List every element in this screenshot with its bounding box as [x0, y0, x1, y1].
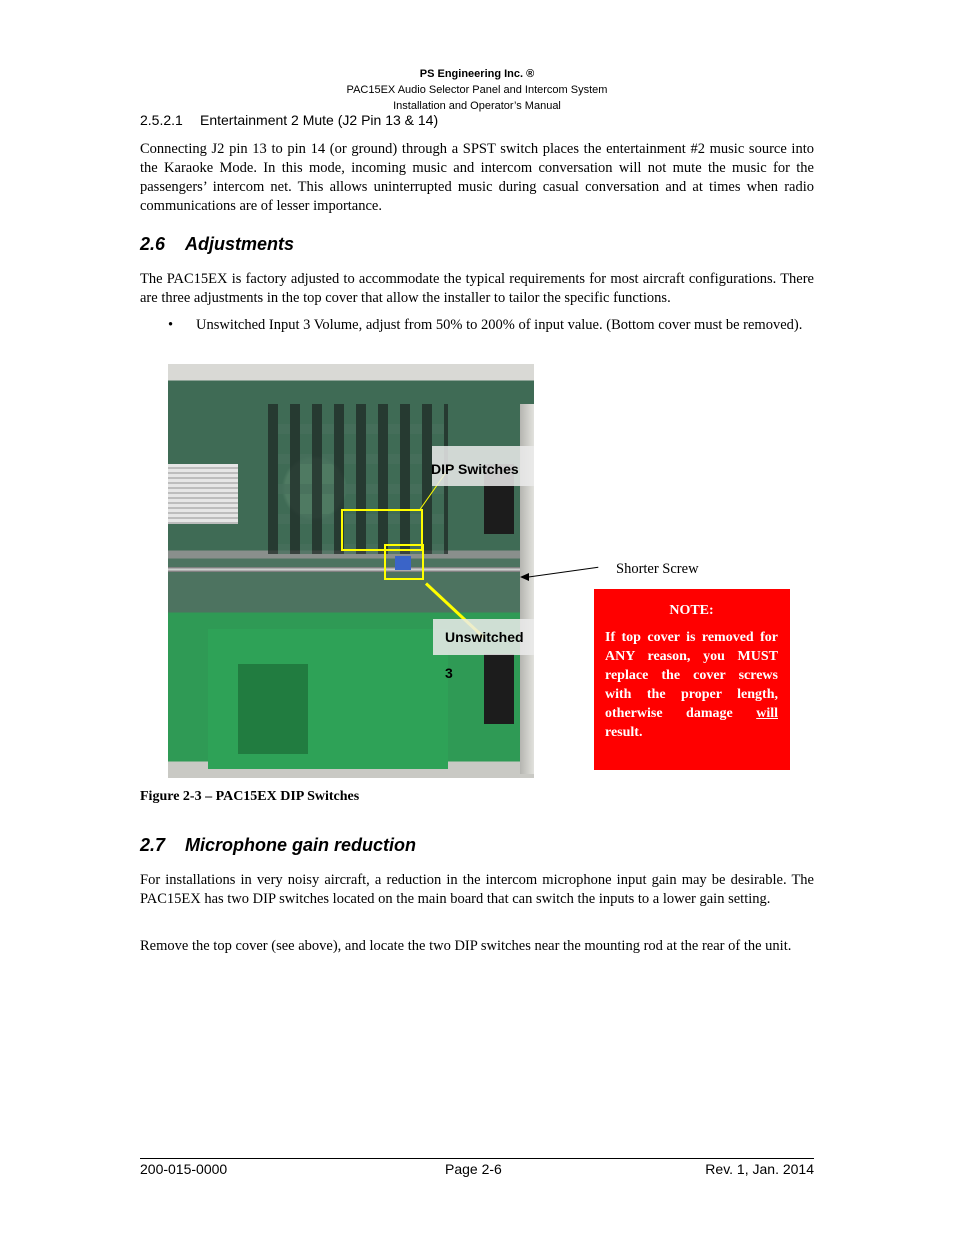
figure-photo-circuit-board: DIP Switches Unswitched 3: [168, 364, 534, 778]
note-body: If top cover is removed for ANY reason, …: [605, 628, 778, 742]
shorter-screw-arrow: [524, 566, 599, 578]
section-title: Adjustments: [185, 234, 295, 254]
section-2-7-paragraph: Remove the top cover (see above), and lo…: [140, 938, 792, 954]
section-2-7-paragraph: For installations in very noisy aircraft…: [140, 872, 814, 907]
revision: Rev. 1, Jan. 2014: [705, 1161, 814, 1177]
section-2-5-2-1-heading: 2.5.2.1 Entertainment 2 Mute (J2 Pin 13 &…: [140, 112, 438, 128]
daughter-board-trace: [238, 664, 308, 754]
callout-overflow: [534, 619, 548, 655]
callout-label: DIP Switches: [431, 461, 519, 477]
bullet-text: Unswitched Input 3 Volume, adjust from 5…: [196, 317, 803, 333]
section-2-7-heading: 2.7 Microphone gain reduction: [140, 835, 416, 856]
page-header: PS Engineering Inc. ® PAC15EX Audio Sele…: [0, 66, 954, 114]
ribbon-cable: [168, 464, 238, 524]
section-2-5-2-1-body: Connecting J2 pin 13 to pin 14 (or groun…: [140, 141, 814, 214]
note-text: If top cover is removed for ANY reason, …: [605, 630, 778, 721]
product-name: PAC15EX Audio Selector Panel and Interco…: [346, 84, 608, 96]
document-number: 200-015-0000: [140, 1161, 228, 1177]
section-number: 2.5.2.1: [140, 112, 183, 128]
dip-switches-callout: DIP Switches: [431, 446, 534, 486]
mounting-rod: [168, 567, 534, 572]
section-2-6-body: The PAC15EX is factory adjusted to accom…: [140, 271, 814, 306]
note-text-end: result.: [605, 725, 643, 740]
bullet-item: • Unswitched Input 3 Volume, adjust from…: [140, 316, 814, 335]
section-title: Microphone gain reduction: [185, 835, 417, 855]
shorter-screw-label: Shorter Screw: [616, 561, 699, 577]
section-2-6-heading: 2.6 Adjustments: [140, 234, 294, 255]
figure-caption: Figure 2-3 – PAC15EX DIP Switches: [140, 789, 360, 804]
section-title: Entertainment 2 Mute (J2 Pin 13 & 14): [200, 112, 439, 128]
section-number: 2.7: [140, 835, 166, 855]
bullet-icon: •: [168, 317, 174, 333]
company-name: PS Engineering Inc. ®: [419, 68, 535, 80]
note-title: NOTE:: [669, 603, 714, 618]
connector: [484, 654, 514, 724]
footer-divider: [140, 1158, 814, 1159]
unswitched-3-callout: Unswitched 3: [433, 619, 534, 681]
warning-note-box: NOTE: If top cover is removed for ANY re…: [594, 589, 790, 770]
unswitched-3-highlight-box: [384, 544, 424, 580]
page-number: Page 2-6: [445, 1161, 502, 1177]
arrowhead-icon: [520, 573, 529, 581]
note-emphasis: will: [756, 706, 778, 721]
section-number: 2.6: [140, 234, 166, 254]
